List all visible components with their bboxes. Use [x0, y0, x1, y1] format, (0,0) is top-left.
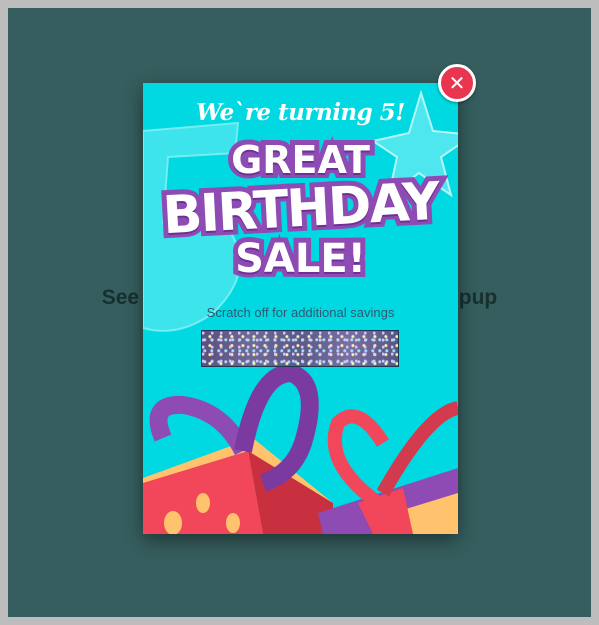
- title-line-sale: SALE!: [230, 234, 371, 284]
- scratch-card-area[interactable]: [201, 330, 399, 367]
- close-icon: ✕: [448, 71, 466, 95]
- title-line-birthday: BIRTHDAY: [156, 167, 445, 251]
- gift-right: [318, 401, 458, 534]
- sale-title: GREAT BIRTHDAY SALE!: [143, 136, 458, 284]
- gift-left: [143, 363, 333, 534]
- popup-headline: We`re turning 5!: [196, 99, 405, 126]
- birthday-popup: We`re turning 5! GREAT BIRTHDAY SALE! Sc…: [143, 83, 458, 534]
- scratch-instruction: Scratch off for additional savings: [206, 305, 395, 320]
- close-button[interactable]: ✕: [438, 64, 476, 102]
